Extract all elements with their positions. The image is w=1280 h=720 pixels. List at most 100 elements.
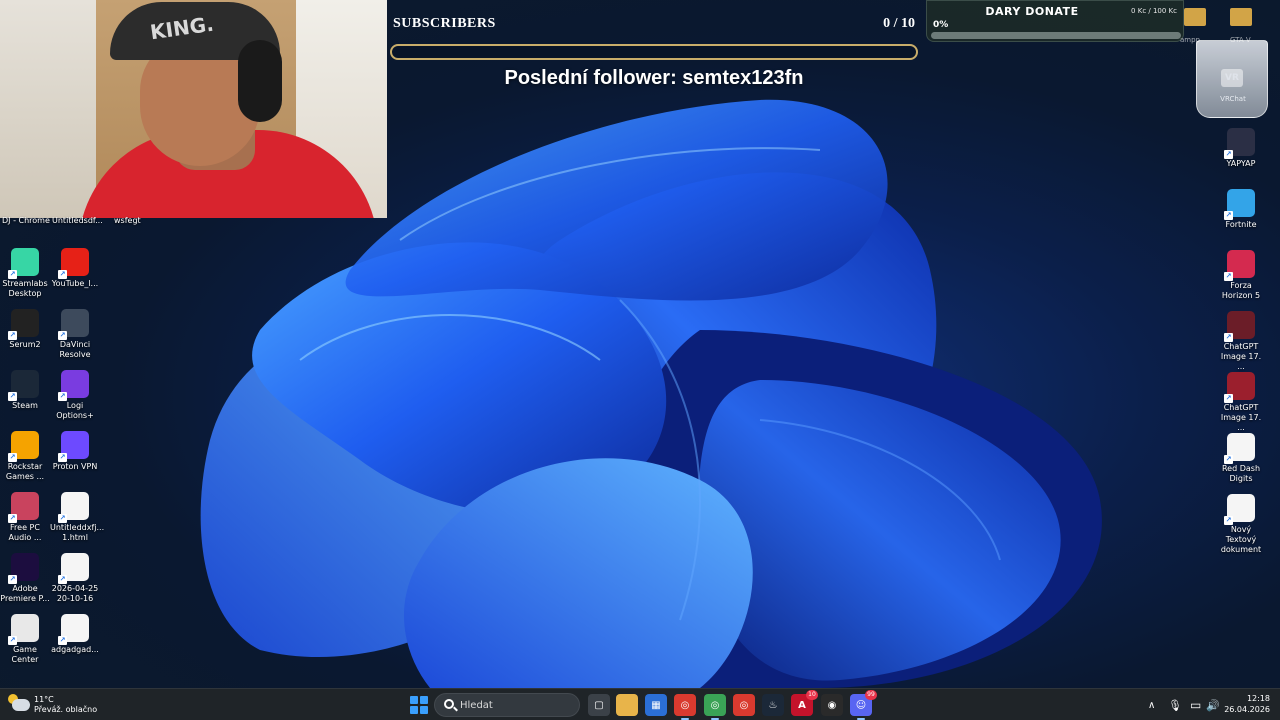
desktop-shortcut[interactable]: ↗ Nový Textový dokument <box>1216 494 1266 555</box>
premiere-icon: ↗ <box>8 553 39 584</box>
desktop-shortcut-label: ChatGPT Image 17. ... <box>1220 403 1262 432</box>
windows-start-icon[interactable] <box>410 696 428 714</box>
game-center-icon: ↗ <box>8 614 39 645</box>
desktop-shortcut-label: DaVinci Resolve <box>59 340 91 359</box>
taskbar: 11°C Převáž. oblačno Hledat ▢ ▦ ◎ ◎ ◎ ♨ A 10 ◉ ☺ 9… <box>0 688 1280 720</box>
desktop-shortcut[interactable]: ↗ Steam <box>0 370 50 411</box>
desktop-shortcut[interactable]: ↗ 2026-04-25 20-10-16 <box>50 553 100 604</box>
desktop-label-untitled[interactable]: Untitledsdf... <box>52 216 103 225</box>
desktop-label-gta-v[interactable]: GTA V <box>1230 36 1251 44</box>
adobe-icon[interactable]: A 10 <box>791 690 818 716</box>
audio-icon: ↗ <box>8 492 39 523</box>
store-icon[interactable]: ▦ <box>645 694 667 716</box>
clock-date: 26.04.2026 <box>1224 705 1270 714</box>
taskbar-search[interactable]: Hledat <box>434 693 580 717</box>
desktop-shortcut-label: Serum2 <box>9 340 41 349</box>
desktop-shortcut[interactable]: ↗ Untitleddxfj... 1.html <box>50 492 104 543</box>
desktop-shortcut[interactable]: ↗ Proton VPN <box>50 431 100 472</box>
shortcut-arrow-icon: ↗ <box>1224 211 1233 220</box>
desktop-shortcut-label: Game Center <box>11 645 39 664</box>
desktop-shortcut-label: adgadgad... <box>51 645 99 654</box>
store-glyph: ▦ <box>651 699 661 711</box>
chrome-profile-glyph: ◎ <box>710 699 720 711</box>
tray-overflow-chevron-icon[interactable]: ∧ <box>1148 689 1155 720</box>
task-view-icon[interactable]: ▢ <box>588 694 610 716</box>
vrchat-shortcut-glass[interactable]: VR VRChat <box>1196 40 1268 118</box>
chrome-glyph: ◎ <box>680 699 690 711</box>
desktop-shortcut-label: Adobe Premiere P... <box>0 584 50 603</box>
shortcut-arrow-icon: ↗ <box>58 331 67 340</box>
shortcut-arrow-icon: ↗ <box>58 270 67 279</box>
desktop-shortcut[interactable]: ↗ Adobe Premiere P... <box>0 553 50 604</box>
last-follower-text: Poslední follower: semtex123fn <box>504 67 804 89</box>
desktop-shortcut[interactable]: ↗ adgadgad... <box>50 614 100 655</box>
subscribers-count: 0 / 10 <box>883 16 915 31</box>
rockstar-icon: ↗ <box>8 431 39 462</box>
desktop-label-wsfegt[interactable]: wsfegt <box>114 216 141 225</box>
desktop-shortcut[interactable]: ↗ Fortnite <box>1216 189 1266 230</box>
desktop-shortcut-label: YouTube_l... <box>51 279 99 288</box>
desktop-label-ampp[interactable]: ampp <box>1180 36 1200 44</box>
donate-progress-bar <box>931 32 1181 39</box>
discord-glyph: ☺ <box>855 699 867 711</box>
desktop-shortcut-label: Steam <box>12 401 38 410</box>
notification-badge: 10 <box>806 690 818 700</box>
shortcut-arrow-icon: ↗ <box>58 636 67 645</box>
desktop-shortcut[interactable]: ↗ Rockstar Games ... <box>0 431 50 482</box>
microphone-icon[interactable]: 🎙 <box>1168 689 1182 720</box>
desktop-shortcut-label: Rockstar Games ... <box>5 462 45 481</box>
video-file-icon: ↗ <box>1224 433 1255 464</box>
desktop-shortcut-label: Red Dash Digits <box>1221 464 1261 483</box>
streamlabs-icon: ↗ <box>8 248 39 279</box>
weather-widget[interactable]: 11°C Převáž. oblačno <box>8 694 97 716</box>
obs-icon[interactable]: ◉ <box>821 694 843 716</box>
subscribers-progress-bar <box>390 44 918 60</box>
desktop-label-dj-chrome[interactable]: DJ - Chrome <box>2 216 50 225</box>
desktop-shortcut[interactable]: ↗ DaVinci Resolve <box>50 309 100 360</box>
desktop-shortcut[interactable]: ↗ YouTube_l... <box>50 248 100 289</box>
chrome-profile-icon[interactable]: ◎ <box>704 694 726 720</box>
shortcut-arrow-icon: ↗ <box>8 392 17 401</box>
shortcut-arrow-icon: ↗ <box>58 453 67 462</box>
steam-icon[interactable]: ♨ <box>762 694 784 716</box>
donate-goal: 0 Kc / 100 Kc <box>1131 7 1177 15</box>
adobe-glyph: A <box>798 699 806 711</box>
shortcut-arrow-icon: ↗ <box>58 514 67 523</box>
folder-icon[interactable] <box>1184 8 1206 26</box>
chrome-profile-2-icon[interactable]: ◎ <box>733 694 755 716</box>
desktop-shortcut[interactable]: ↗ Free PC Audio ... <box>0 492 50 543</box>
webcam-shelf <box>0 0 110 218</box>
shortcut-arrow-icon: ↗ <box>8 575 17 584</box>
taskbar-clock[interactable]: 12:18 26.04.2026 <box>1224 693 1270 715</box>
chrome-profile-2-glyph: ◎ <box>739 699 749 711</box>
desktop-shortcut[interactable]: ↗ Forza Horizon 5 <box>1216 250 1266 301</box>
desktop-shortcut[interactable]: ↗ Serum2 <box>0 309 50 350</box>
desktop-shortcut[interactable]: ↗ Streamlabs Desktop <box>0 248 50 299</box>
desktop-shortcut-label: Free PC Audio ... <box>8 523 42 542</box>
desktop-shortcut-label: ChatGPT Image 17. ... <box>1220 342 1262 371</box>
desktop-shortcut[interactable]: ↗ Logi Options+ <box>50 370 100 421</box>
image-file-icon: ↗ <box>1224 311 1255 342</box>
steam-glyph: ♨ <box>768 699 778 711</box>
discord-icon[interactable]: ☺ 99 <box>850 690 877 720</box>
forza-icon: ↗ <box>1224 250 1255 281</box>
chrome-icon[interactable]: ◎ <box>674 694 696 720</box>
shortcut-arrow-icon: ↗ <box>58 392 67 401</box>
monitor-icon[interactable]: ▭ <box>1190 689 1201 720</box>
shortcut-arrow-icon: ↗ <box>8 514 17 523</box>
desktop-shortcut-label: Proton VPN <box>52 462 98 471</box>
obs-glyph: ◉ <box>827 699 837 711</box>
desktop-shortcut[interactable]: ↗ Game Center <box>0 614 50 665</box>
speaker-icon[interactable]: 🔊 <box>1206 689 1220 720</box>
video-file-icon: ↗ <box>58 614 89 645</box>
desktop-shortcut[interactable]: ↗ ChatGPT Image 17. ... <box>1216 372 1266 433</box>
folder-icon[interactable] <box>1230 8 1252 26</box>
clock-time: 12:18 <box>1246 694 1270 703</box>
desktop-shortcut-label: YAPYAP <box>1226 159 1256 168</box>
file-explorer-icon[interactable] <box>616 694 638 716</box>
desktop-shortcut[interactable]: ↗ Red Dash Digits <box>1216 433 1266 484</box>
desktop-shortcut[interactable]: ↗ YAPYAP <box>1216 128 1266 169</box>
desktop-shortcut[interactable]: ↗ ChatGPT Image 17. ... <box>1216 311 1266 372</box>
shortcut-arrow-icon: ↗ <box>1224 394 1233 403</box>
shortcut-arrow-icon: ↗ <box>1224 272 1233 281</box>
